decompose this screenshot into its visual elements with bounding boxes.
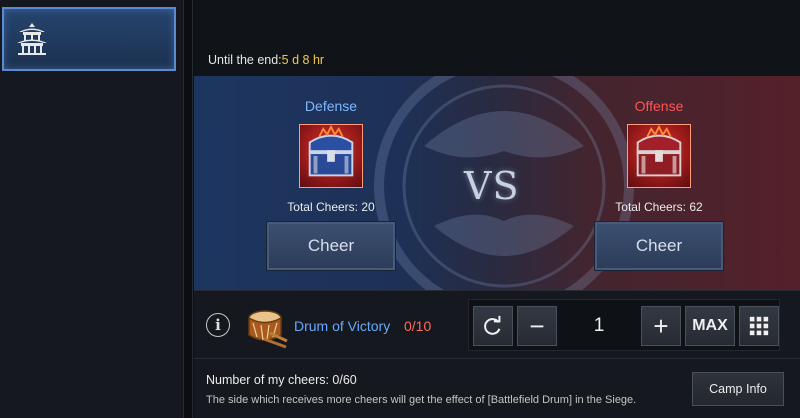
- keypad-icon: [749, 316, 769, 336]
- keypad-button[interactable]: [739, 306, 779, 346]
- offense-cheer-button[interactable]: Cheer: [595, 222, 723, 270]
- panel-divider: [183, 0, 193, 418]
- cheer-description: The side which receives more cheers will…: [206, 394, 637, 406]
- end-timer: Until the end:5 d 8 hr: [208, 53, 324, 67]
- offense-title: Offense: [634, 98, 684, 114]
- pagoda-icon: [17, 23, 47, 55]
- versus-panel: Defense Total Cheers: 20 Cheer VS Offens…: [194, 76, 800, 290]
- sidebar: [0, 0, 183, 418]
- defense-title: Defense: [304, 98, 358, 114]
- defense-cheer-button[interactable]: Cheer: [267, 222, 395, 270]
- reset-button[interactable]: [473, 306, 513, 346]
- quantity-value[interactable]: 1: [561, 306, 637, 346]
- decrease-button[interactable]: −: [517, 306, 557, 346]
- blue-treasure-chest-icon: [308, 125, 354, 177]
- reset-icon: [484, 315, 501, 335]
- quantity-stepper: − 1 + MAX: [468, 299, 780, 351]
- war-drum-icon: [248, 310, 288, 349]
- main-panel: Until the end:5 d 8 hr Defense Total Che…: [194, 0, 800, 418]
- drum-count: 0/10: [404, 318, 432, 334]
- offense-total-cheers: Total Cheers: 62: [615, 200, 703, 214]
- camp-info-button[interactable]: Camp Info: [692, 372, 784, 406]
- timer-label: Until the end:: [208, 53, 282, 67]
- vs-label: VS: [464, 164, 520, 208]
- drum-name: Drum of Victory: [294, 318, 391, 334]
- sidebar-tab-siege[interactable]: [2, 7, 176, 71]
- defense-total-cheers: Total Cheers: 20: [287, 200, 375, 214]
- my-cheers-count: Number of my cheers: 0/60: [206, 373, 357, 387]
- timer-value: 5 d 8 hr: [281, 53, 325, 67]
- drum-row: i Drum of Victory 0/10 − 1 + MAX: [194, 290, 800, 358]
- red-treasure-chest-icon: [636, 125, 682, 177]
- defense-chest: [299, 124, 363, 188]
- footer: Number of my cheers: 0/60 The side which…: [194, 358, 800, 418]
- max-button[interactable]: MAX: [685, 306, 735, 346]
- offense-chest: [627, 124, 691, 188]
- info-icon[interactable]: i: [206, 313, 230, 337]
- header-bar: Until the end:5 d 8 hr: [194, 0, 800, 76]
- increase-button[interactable]: +: [641, 306, 681, 346]
